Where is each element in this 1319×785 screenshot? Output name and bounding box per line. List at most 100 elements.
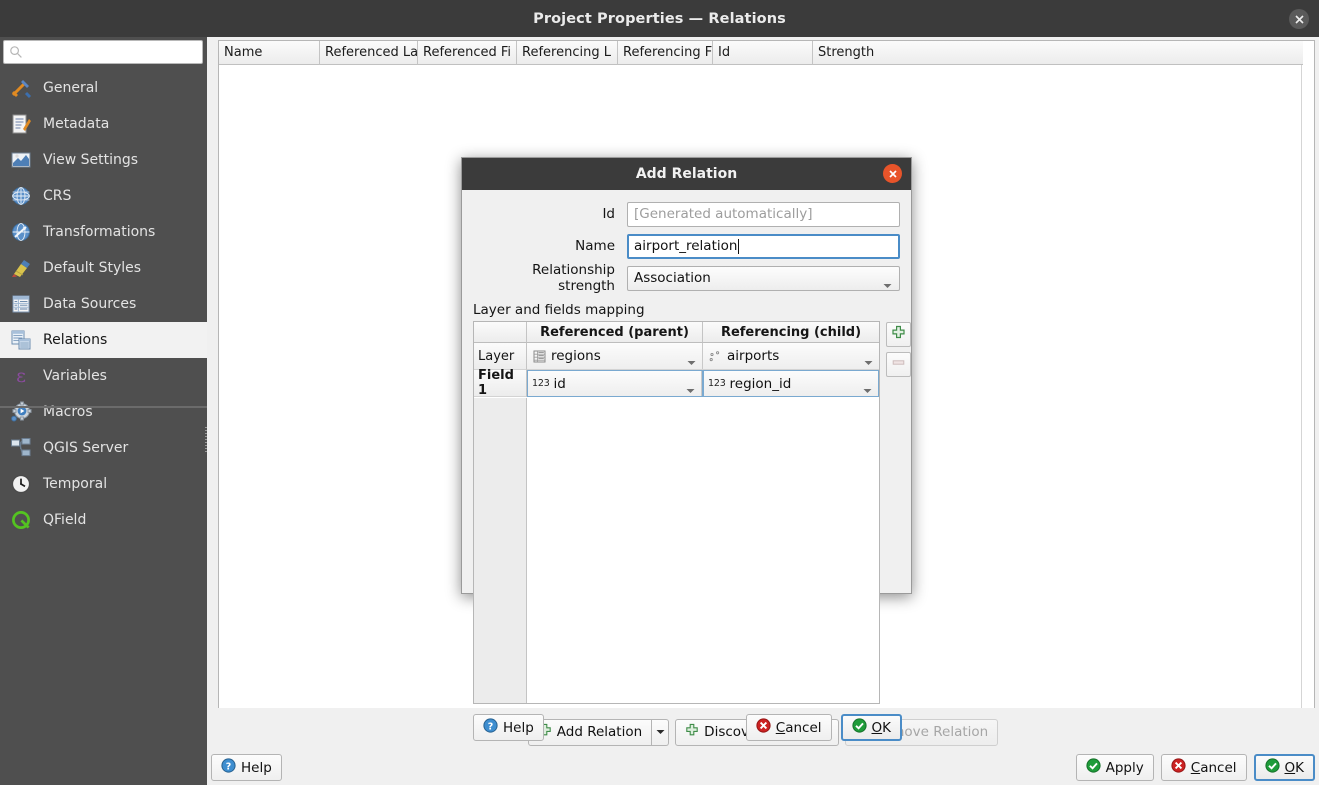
ok-button[interactable]: OK xyxy=(1254,754,1316,781)
sidebar-item-label: QGIS Server xyxy=(43,440,128,456)
mapping-header-child: Referencing (child) xyxy=(703,322,879,343)
globe-transform-icon xyxy=(9,220,33,244)
globe-grid-icon xyxy=(9,184,33,208)
sidebar-item-label: General xyxy=(43,80,98,96)
parent-field-cell[interactable]: 123 id xyxy=(527,370,703,397)
column-header-strength[interactable]: Strength xyxy=(813,41,1303,65)
child-layer-select[interactable]: airports xyxy=(703,343,879,369)
add-relation-form: Id [Generated automatically] Name airpor… xyxy=(462,190,911,292)
search-box[interactable] xyxy=(3,40,203,64)
sidebar-item-qgis-server[interactable]: QGIS Server xyxy=(0,430,207,466)
epsilon-icon: ε xyxy=(9,364,33,388)
id-input[interactable]: [Generated automatically] xyxy=(627,202,900,227)
view-settings-icon xyxy=(9,148,33,172)
dialog-cancel-button[interactable]: Cancel xyxy=(746,714,832,741)
help-icon: ? xyxy=(221,758,236,777)
mapping-section-label: Layer and fields mapping xyxy=(462,296,911,321)
check-circle-icon xyxy=(1265,758,1280,777)
check-circle-icon xyxy=(1086,758,1101,777)
parent-layer-cell[interactable]: regions xyxy=(527,343,703,370)
apply-button[interactable]: Apply xyxy=(1076,754,1154,781)
mapping-grid: Referenced (parent) Referencing (child) … xyxy=(473,321,880,704)
project-properties-window: Project Properties — Relations xyxy=(0,0,1319,785)
mapping-row-label: Layer xyxy=(474,343,527,370)
check-circle-icon xyxy=(852,718,867,737)
sidebar-item-qfield[interactable]: QField xyxy=(0,502,207,538)
integer-field-icon: 123 xyxy=(708,378,726,389)
strength-select[interactable]: Association xyxy=(627,266,900,291)
child-field-select[interactable]: 123 region_id xyxy=(704,371,878,396)
mapping-grid-empty-area xyxy=(474,398,879,703)
search-icon xyxy=(9,45,23,59)
column-header-id[interactable]: Id xyxy=(713,41,813,65)
mapping-row-label: Field 1 xyxy=(474,370,527,397)
cancel-button[interactable]: Cancel xyxy=(1161,754,1247,781)
footer-action-buttons: Apply Cancel xyxy=(1076,754,1315,781)
sidebar-item-data-sources[interactable]: Data Sources xyxy=(0,286,207,322)
sidebar-item-label: View Settings xyxy=(43,152,138,168)
parent-field-value: id xyxy=(554,376,566,392)
minus-icon xyxy=(891,355,906,374)
column-header-referenced-field[interactable]: Referenced Fi xyxy=(418,41,517,65)
column-header-referencing-field[interactable]: Referencing Fi xyxy=(618,41,713,65)
name-input[interactable]: airport_relation xyxy=(627,234,900,259)
search-input[interactable] xyxy=(23,42,202,62)
sidebar-item-relations[interactable]: Relations xyxy=(0,322,207,358)
name-input-value: airport_relation xyxy=(634,238,737,254)
dialog-help-label: Help xyxy=(503,720,534,736)
dialog-ok-button[interactable]: OK xyxy=(841,714,903,741)
window-titlebar: Project Properties — Relations xyxy=(0,0,1319,37)
add-field-pair-button[interactable] xyxy=(886,322,911,347)
column-header-referenced-layer[interactable]: Referenced La xyxy=(320,41,418,65)
add-relation-title: Add Relation xyxy=(636,166,737,182)
id-field-row: Id [Generated automatically] xyxy=(473,200,900,228)
child-layer-cell[interactable]: airports xyxy=(703,343,879,370)
sidebar-item-metadata[interactable]: Metadata xyxy=(0,106,207,142)
parent-layer-select[interactable]: regions xyxy=(527,343,703,369)
sidebar-item-crs[interactable]: CRS xyxy=(0,178,207,214)
sidebar-item-default-styles[interactable]: Default Styles xyxy=(0,250,207,286)
parent-layer-value: regions xyxy=(551,348,601,364)
close-icon[interactable] xyxy=(1289,9,1309,29)
sidebar-item-transformations[interactable]: Transformations xyxy=(0,214,207,250)
sidebar-item-label: Default Styles xyxy=(43,260,141,276)
text-caret xyxy=(738,239,739,254)
svg-text:ε: ε xyxy=(16,365,26,387)
help-button[interactable]: ? Help xyxy=(211,754,282,781)
sidebar-item-variables[interactable]: ε Variables xyxy=(0,358,207,394)
sidebar-item-temporal[interactable]: Temporal xyxy=(0,466,207,502)
chevron-down-icon xyxy=(864,354,873,370)
sidebar-item-general[interactable]: General xyxy=(0,70,207,106)
sidebar-divider xyxy=(0,406,207,408)
mapping-corner-cell xyxy=(474,322,527,343)
column-header-referencing-layer[interactable]: Referencing L xyxy=(517,41,618,65)
mapping-grid-header: Referenced (parent) Referencing (child) xyxy=(474,322,879,343)
strength-label: Relationship strength xyxy=(473,262,627,294)
child-field-cell[interactable]: 123 region_id xyxy=(703,370,879,397)
name-label: Name xyxy=(473,238,627,254)
cancel-label: Cancel xyxy=(1191,760,1237,776)
sidebar-item-label: Transformations xyxy=(43,224,155,240)
settings-sidebar: General Metadata xyxy=(0,37,207,785)
table-icon xyxy=(9,292,33,316)
relations-table-scrollbar[interactable] xyxy=(1301,65,1314,708)
sidebar-item-list: General Metadata xyxy=(0,70,207,538)
clock-icon xyxy=(9,472,33,496)
dialog-help-button[interactable]: ? Help xyxy=(473,714,544,741)
add-relation-dialog: Add Relation Id [Generated automatically… xyxy=(461,157,912,594)
mapping-grid-empty-body xyxy=(527,398,879,703)
chevron-down-icon xyxy=(863,382,872,398)
gear-play-icon xyxy=(9,400,33,424)
sidebar-item-view-settings[interactable]: View Settings xyxy=(0,142,207,178)
table-layer-icon xyxy=(531,350,547,363)
column-header-name[interactable]: Name xyxy=(219,41,320,65)
close-icon[interactable] xyxy=(883,164,902,183)
sidebar-item-label: Relations xyxy=(43,332,107,348)
qfield-icon xyxy=(9,508,33,532)
plus-icon xyxy=(891,325,906,344)
child-field-value: region_id xyxy=(730,376,792,392)
sidebar-item-label: Metadata xyxy=(43,116,109,132)
sidebar-item-macros[interactable]: Macros xyxy=(0,394,207,430)
id-label: Id xyxy=(473,206,627,222)
parent-field-select[interactable]: 123 id xyxy=(528,371,702,396)
